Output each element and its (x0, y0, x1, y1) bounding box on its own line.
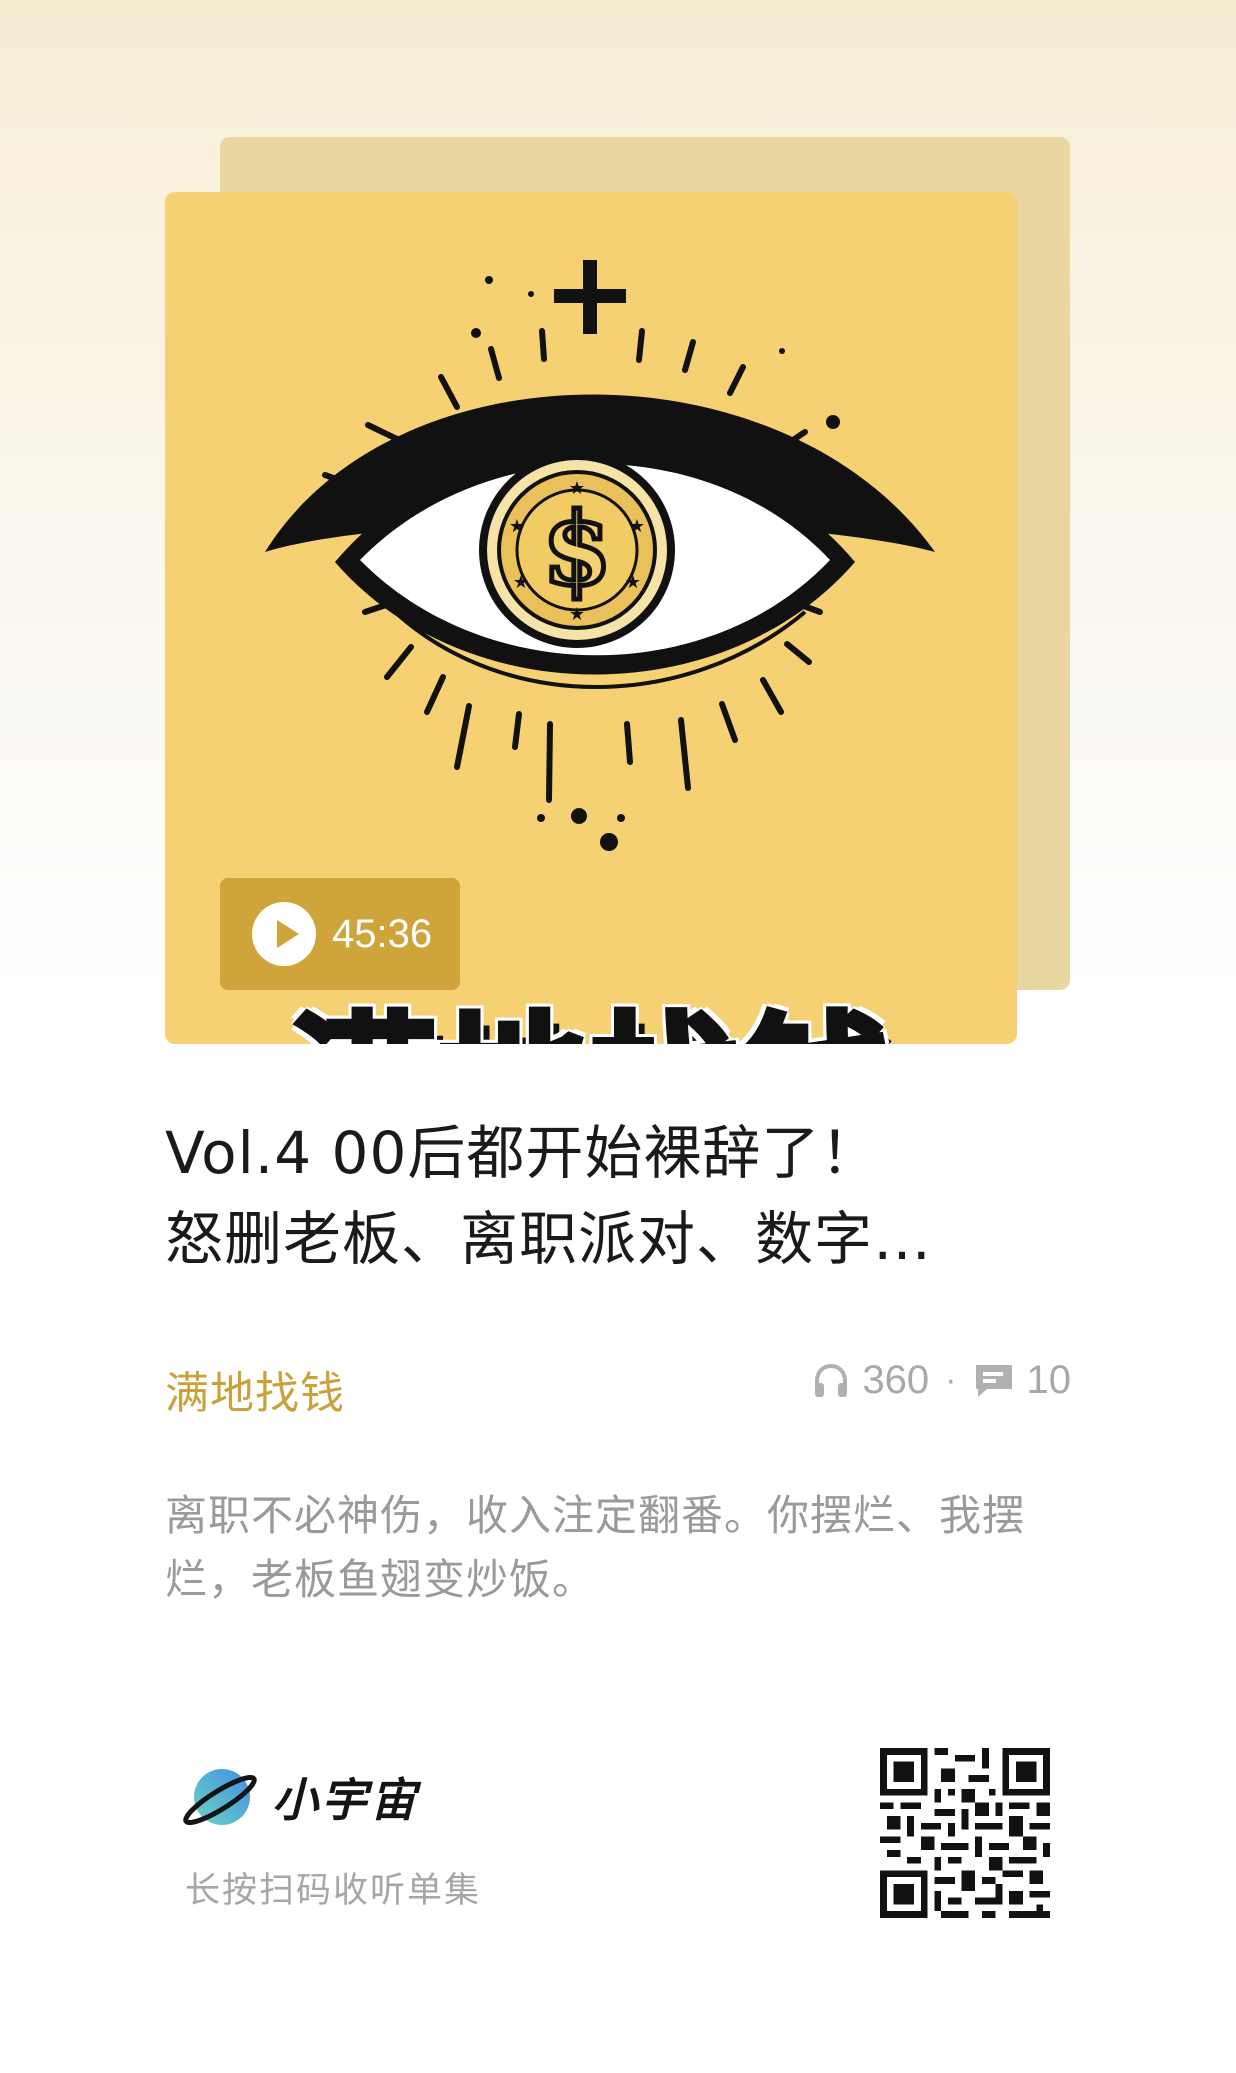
episode-title-line-1: Vol.4 00后都开始裸辞了！ (165, 1119, 880, 1187)
stats-separator: · (945, 1361, 957, 1399)
svg-text:★: ★ (625, 572, 641, 593)
podcast-name-link[interactable]: 满地找钱 (165, 1357, 345, 1421)
comment-count: 10 (1026, 1358, 1072, 1402)
listen-count: 360 (862, 1358, 930, 1402)
planet-logo-icon (183, 1769, 257, 1826)
play-duration-button[interactable]: 45:36 (220, 878, 460, 990)
comment-icon (975, 1364, 1012, 1397)
brand-logo: 小宇宙 (180, 1762, 419, 1832)
svg-text:★: ★ (513, 572, 529, 593)
episode-description: 离职不必神伤，收入注定翻番。你摆烂、我摆烂，老板鱼翅变炒饭。 (165, 1491, 1026, 1604)
episode-stats: 360 · 10 (812, 1358, 1071, 1403)
play-icon[interactable] (252, 902, 316, 966)
scan-hint: 长按扫码收听单集 (185, 1871, 482, 1911)
headphones-icon (815, 1363, 848, 1397)
episode-title-line-2: 怒删老板、离职派对、数字… (165, 1205, 933, 1273)
brand-name: 小宇宙 (272, 1773, 419, 1827)
duration-label: 45:36 (332, 911, 433, 956)
qr-code-icon[interactable] (880, 1748, 1050, 1918)
svg-text:★: ★ (569, 478, 585, 499)
svg-text:★: ★ (509, 516, 525, 537)
svg-text:★: ★ (629, 516, 645, 537)
svg-text:★: ★ (569, 604, 585, 625)
episode-title: Vol.4 00后都开始裸辞了！ 怒删老板、离职派对、数字… (165, 1110, 1045, 1282)
svg-text:$: $ (542, 490, 612, 608)
cover-artwork-title: 满地找钱 (165, 1009, 1017, 1044)
episode-cover[interactable]: $ ★ ★ ★ ★ ★ ★ 满地找钱 45:36 (165, 192, 1017, 1044)
